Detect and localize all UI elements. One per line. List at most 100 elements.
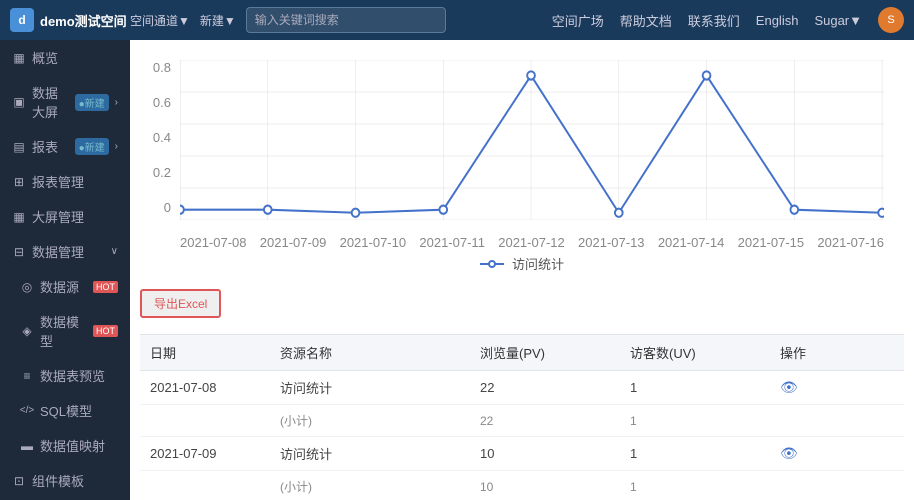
sidebar-item-screen-mgmt[interactable]: ▦ 大屏管理 <box>0 199 130 234</box>
cell-uv: 1 <box>620 437 770 471</box>
cell-uv: 1 <box>620 405 770 437</box>
nav-help[interactable]: 帮助文档 <box>620 11 672 30</box>
sidebar-item-report-mgmt[interactable]: ⊞ 报表管理 <box>0 164 130 199</box>
screen-mgmt-icon: ▦ <box>12 210 26 224</box>
top-navigation: d demo测试空间 空间通道▼ 新建▼ 空间广场 帮助文档 联系我们 Engl… <box>0 0 914 40</box>
cell-pv: 10 <box>470 437 620 471</box>
x-label-6: 2021-07-14 <box>658 235 725 250</box>
x-label-4: 2021-07-12 <box>498 235 565 250</box>
datamapping-icon: ▬ <box>20 439 34 453</box>
nav-sugar[interactable]: Sugar▼ <box>814 13 862 28</box>
table-row: (小计)101 <box>140 471 904 500</box>
table-body: 2021-07-08访问统计221👁(小计)2212021-07-09访问统计1… <box>140 371 904 500</box>
new-btn-report[interactable]: ●新建 <box>75 138 109 155</box>
sidebar-label-datasource: 数据源 <box>40 277 85 296</box>
col-header-uv: 访客数(UV) <box>620 335 770 371</box>
nav-space-plaza[interactable]: 空间广场 <box>552 11 604 30</box>
report-mgmt-icon: ⊞ <box>12 175 26 189</box>
nav-middle: 空间通道▼ 新建▼ <box>130 7 552 33</box>
sidebar-item-datascreen[interactable]: ▣ 数据大屏 ●新建 › <box>0 75 130 129</box>
cell-resource: (小计) <box>270 471 470 500</box>
nav-right: 空间广场 帮助文档 联系我们 English Sugar▼ S <box>552 7 904 33</box>
cell-action: 👁 <box>770 371 904 405</box>
sidebar-label-report: 报表 <box>32 137 69 156</box>
sidebar-label-component: 组件模板 <box>32 471 118 490</box>
cell-uv: 1 <box>620 371 770 405</box>
y-label-04: 0.4 <box>140 130 171 145</box>
datasource-icon: ◎ <box>20 280 34 294</box>
nav-english[interactable]: English <box>756 13 799 28</box>
hot-badge-datasource: HOT <box>93 281 118 293</box>
nav-space-channel[interactable]: 空间通道▼ <box>130 12 190 29</box>
export-area: 导出Excel <box>140 281 904 326</box>
col-header-resource: 资源名称 <box>270 335 470 371</box>
sidebar-item-report[interactable]: ▤ 报表 ●新建 › <box>0 129 130 164</box>
sidebar-label-screen-mgmt: 大屏管理 <box>32 207 118 226</box>
sidebar: ▦ 概览 ▣ 数据大屏 ●新建 › ▤ 报表 ●新建 › ⊞ 报表管理 ▦ 大屏… <box>0 40 130 500</box>
cell-action <box>770 405 904 437</box>
sidebar-item-sqlmodel[interactable]: </> SQL模型 <box>0 393 130 428</box>
chevron-report: › <box>115 141 118 152</box>
sidebar-item-data-mgmt[interactable]: ⊟ 数据管理 ∨ <box>0 234 130 269</box>
sidebar-item-datamodel[interactable]: ◈ 数据模型 HOT <box>0 304 130 358</box>
new-btn-datascreen[interactable]: ●新建 <box>75 94 109 111</box>
y-label-0: 0 <box>140 200 171 215</box>
chart-legend: 访问统计 <box>140 254 904 273</box>
sidebar-item-tablepreview[interactable]: ≡ 数据表预览 <box>0 358 130 393</box>
sidebar-item-datasource[interactable]: ◎ 数据源 HOT <box>0 269 130 304</box>
y-label-06: 0.6 <box>140 95 171 110</box>
logo-icon: d <box>10 8 34 32</box>
chart-container: 0.8 0.6 0.4 0.2 0 2021-07-08 2021-07-09 … <box>140 50 904 250</box>
cell-uv: 1 <box>620 471 770 500</box>
cell-pv: 22 <box>470 371 620 405</box>
data-table: 日期 资源名称 浏览量(PV) 访客数(UV) 操作 2021-07-08访问统… <box>140 334 904 500</box>
table-row: 2021-07-09访问统计101👁 <box>140 437 904 471</box>
sidebar-label-data-mgmt: 数据管理 <box>32 242 105 261</box>
chevron-datascreen: › <box>115 97 118 108</box>
x-label-2: 2021-07-10 <box>340 235 407 250</box>
line-chart <box>180 60 884 220</box>
x-label-8: 2021-07-16 <box>817 235 884 250</box>
table-row: (小计)221 <box>140 405 904 437</box>
x-label-1: 2021-07-09 <box>260 235 327 250</box>
x-label-3: 2021-07-11 <box>419 235 485 250</box>
sqlmodel-icon: </> <box>20 404 34 418</box>
x-label-5: 2021-07-13 <box>578 235 645 250</box>
sidebar-label-datamodel: 数据模型 <box>40 312 85 350</box>
cell-resource: (小计) <box>270 405 470 437</box>
y-label-02: 0.2 <box>140 165 171 180</box>
chevron-data-mgmt: ∨ <box>111 246 118 257</box>
sidebar-item-component[interactable]: ⊡ 组件模板 <box>0 463 130 498</box>
component-icon: ⊡ <box>12 474 26 488</box>
sidebar-label-datamapping: 数据值映射 <box>40 436 118 455</box>
cell-action <box>770 471 904 500</box>
sidebar-item-datamapping[interactable]: ▬ 数据值映射 <box>0 428 130 463</box>
sidebar-label-report-mgmt: 报表管理 <box>32 172 118 191</box>
col-header-pv: 浏览量(PV) <box>470 335 620 371</box>
export-excel-button[interactable]: 导出Excel <box>140 289 221 318</box>
cell-resource: 访问统计 <box>270 371 470 405</box>
cell-action: 👁 <box>770 437 904 471</box>
view-icon[interactable]: 👁 <box>780 445 798 461</box>
table-row: 2021-07-08访问统计221👁 <box>140 371 904 405</box>
nav-new[interactable]: 新建▼ <box>200 12 236 29</box>
view-icon[interactable]: 👁 <box>780 379 798 395</box>
col-header-date: 日期 <box>140 335 270 371</box>
legend-dot <box>488 260 496 268</box>
legend-label: 访问统计 <box>512 254 564 273</box>
x-label-7: 2021-07-15 <box>738 235 805 250</box>
nav-contact[interactable]: 联系我们 <box>688 11 740 30</box>
avatar[interactable]: S <box>878 7 904 33</box>
y-label-08: 0.8 <box>140 60 171 75</box>
sidebar-label-overview: 概览 <box>32 48 118 67</box>
main-content: 0.8 0.6 0.4 0.2 0 2021-07-08 2021-07-09 … <box>130 40 914 500</box>
cell-date <box>140 405 270 437</box>
sidebar-item-overview[interactable]: ▦ 概览 <box>0 40 130 75</box>
cell-pv: 10 <box>470 471 620 500</box>
data-mgmt-icon: ⊟ <box>12 245 26 259</box>
logo-area: d demo测试空间 <box>10 8 130 32</box>
table-header: 日期 资源名称 浏览量(PV) 访客数(UV) 操作 <box>140 335 904 371</box>
overview-icon: ▦ <box>12 51 26 65</box>
search-input[interactable] <box>246 7 446 33</box>
datamodel-icon: ◈ <box>20 324 34 338</box>
